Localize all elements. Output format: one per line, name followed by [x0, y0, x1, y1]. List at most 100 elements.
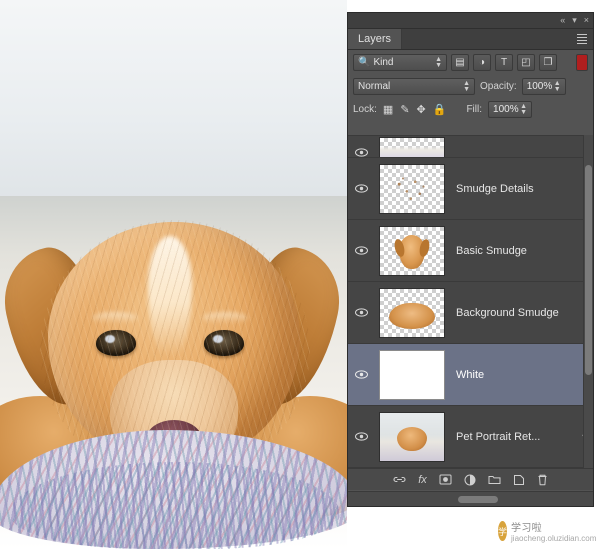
thumbnail-art-photo [380, 412, 444, 461]
scrollbar-thumb-horizontal[interactable] [458, 496, 498, 503]
table-row[interactable]: Pet Portrait Ret... ▼ [348, 406, 593, 468]
eye-icon [354, 370, 368, 379]
dog-eye-right [204, 330, 244, 356]
table-row-selected[interactable]: White [348, 344, 593, 406]
filter-pixel-glyph: ▤ [455, 57, 465, 68]
filter-type-glyph: T [500, 57, 508, 68]
menu-line [576, 34, 587, 35]
eye-icon [354, 148, 368, 157]
blend-mode-dropdown[interactable]: Normal ▲ ▼ [353, 78, 475, 95]
chevron-updown-icon: ▲ ▼ [463, 79, 470, 93]
lock-position-icon[interactable]: ✥ [417, 103, 426, 116]
table-row[interactable]: Basic Smudge [348, 220, 593, 282]
layer-visibility-toggle[interactable] [348, 370, 374, 379]
layer-filter-row: 🔍 Kind ▲ ▼ ▤ ◑ T ◰ ❐ [348, 50, 593, 75]
screenshot-root: « ▾ × Layers 🔍 Kind ▲ ▼ ▤ ◑ T ◰ ❐ Normal… [0, 0, 600, 549]
filter-kind-label: Kind [373, 57, 394, 68]
lock-image-pixels-icon[interactable]: ✎ [400, 103, 409, 116]
thumbnail-dog-shape [397, 427, 427, 452]
watermark-url: jiaocheng.oluzidian.com [511, 534, 597, 543]
new-fill-adjustment-layer-icon[interactable] [464, 474, 476, 486]
layer-visibility-toggle[interactable] [348, 308, 374, 317]
eye-highlight [213, 335, 223, 343]
fill-label: Fill: [466, 104, 483, 115]
filter-adjustment-glyph: ◑ [478, 57, 486, 68]
layers-panel-footer: fx [348, 468, 593, 490]
panel-tab-row: Layers [348, 29, 593, 50]
tab-layers[interactable]: Layers [348, 29, 403, 49]
filter-kind-dropdown[interactable]: 🔍 Kind ▲ ▼ [353, 54, 447, 71]
layer-style-fx-icon[interactable]: fx [418, 474, 427, 486]
layer-thumbnail [379, 349, 445, 400]
tab-layers-label: Layers [358, 33, 392, 45]
chevron-updown-icon: ▲ ▼ [520, 102, 528, 116]
filter-smartobject-icon[interactable]: ❐ [539, 54, 557, 71]
dog-blaze-marking [148, 236, 192, 356]
new-layer-icon[interactable] [513, 474, 525, 486]
layer-visibility-toggle[interactable] [348, 432, 374, 441]
layer-name: Basic Smudge [456, 244, 527, 257]
scrollbar-thumb[interactable] [585, 165, 592, 375]
lock-row: Lock: ▦ ✎ ✥ 🔒 Fill: 100% ▲ ▼ [348, 98, 593, 121]
table-row[interactable]: Smudge Details [348, 158, 593, 220]
layer-thumbnail-cell[interactable] [374, 411, 450, 462]
watermark-badge: 学 [498, 521, 508, 541]
lock-all-icon[interactable]: 🔒 [433, 103, 447, 116]
table-row[interactable]: Background Smudge [348, 282, 593, 344]
link-layers-icon[interactable] [393, 474, 406, 485]
tab-row-spacer [402, 29, 575, 49]
eye-icon [354, 308, 368, 317]
filter-enable-toggle[interactable] [576, 54, 588, 71]
pet-portrait-image [0, 0, 347, 549]
fill-value: 100% [493, 104, 519, 115]
eye-highlight [105, 335, 115, 343]
layer-list-vertical-scrollbar[interactable] [583, 135, 593, 470]
eye-icon [354, 246, 368, 255]
layer-visibility-toggle[interactable] [348, 148, 374, 157]
layer-visibility-toggle[interactable] [348, 184, 374, 193]
layer-thumbnail [379, 411, 445, 462]
filter-shape-glyph: ◰ [521, 57, 531, 68]
opacity-value: 100% [526, 81, 553, 92]
dog-eye-left [96, 330, 136, 356]
filter-shape-icon[interactable]: ◰ [517, 54, 535, 71]
layer-thumbnail-cell[interactable] [374, 349, 450, 400]
layer-list[interactable]: Smudge Details Basic Smudge Background S… [348, 135, 593, 470]
panel-menu-icon[interactable] [575, 29, 593, 49]
menu-line [576, 43, 587, 44]
lock-transparent-pixels-icon[interactable]: ▦ [383, 103, 393, 116]
layer-thumbnail-cell[interactable] [374, 225, 450, 276]
thumbnail-art-partial [380, 145, 444, 157]
collapse-icon[interactable]: « [560, 16, 565, 25]
filter-type-icon[interactable]: T [495, 54, 513, 71]
layer-thumbnail-cell[interactable] [374, 137, 450, 157]
panel-titlebar: « ▾ × [348, 13, 593, 29]
filter-smartobject-glyph: ❐ [543, 57, 553, 68]
new-group-icon[interactable] [488, 474, 501, 485]
chevron-updown-icon: ▲ ▼ [553, 79, 561, 93]
minimize-icon[interactable]: ▾ [572, 16, 577, 25]
layer-list-horizontal-scrollbar[interactable] [348, 491, 593, 506]
watermark-text: 学习啦 [511, 523, 542, 534]
blend-mode-value: Normal [358, 81, 391, 92]
layer-thumbnail [379, 287, 445, 338]
opacity-field[interactable]: 100% ▲ ▼ [521, 78, 566, 95]
delete-layer-icon[interactable] [537, 474, 548, 486]
thumbnail-art-wide [389, 303, 435, 330]
menu-line [576, 40, 587, 41]
filter-pixel-icon[interactable]: ▤ [451, 54, 469, 71]
table-row[interactable] [348, 136, 593, 158]
menu-line [576, 37, 587, 38]
opacity-label: Opacity: [480, 81, 517, 92]
filter-adjustment-icon[interactable]: ◑ [473, 54, 491, 71]
layer-thumbnail-cell[interactable] [374, 287, 450, 338]
add-layer-mask-icon[interactable] [439, 474, 452, 485]
layer-thumbnail [379, 163, 445, 214]
search-icon: 🔍 [358, 57, 371, 68]
layer-visibility-toggle[interactable] [348, 246, 374, 255]
layer-name: Pet Portrait Ret... [456, 430, 541, 443]
layer-thumbnail-cell[interactable] [374, 163, 450, 214]
layers-panel: « ▾ × Layers 🔍 Kind ▲ ▼ ▤ ◑ T ◰ ❐ Normal… [347, 12, 594, 507]
fill-field[interactable]: 100% ▲ ▼ [488, 101, 533, 118]
close-icon[interactable]: × [584, 16, 589, 25]
